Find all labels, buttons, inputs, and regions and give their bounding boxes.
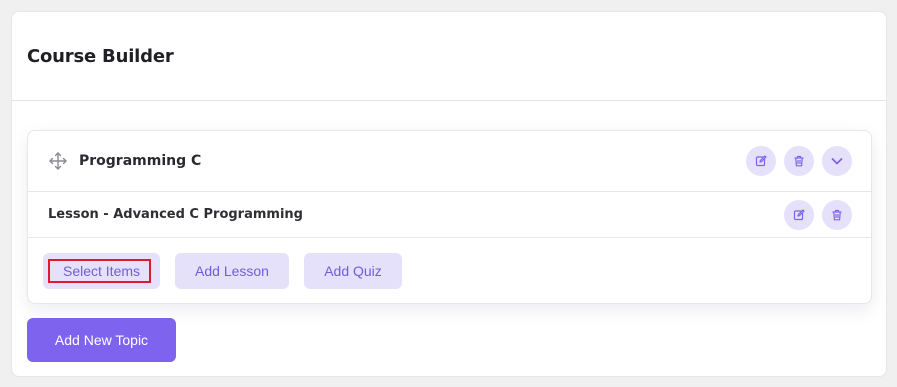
course-builder-card: Course Builder Programming C Lesson - Ad… — [11, 11, 887, 377]
edit-lesson-button[interactable] — [784, 200, 814, 230]
add-new-topic-button[interactable]: Add New Topic — [27, 318, 176, 362]
delete-topic-button[interactable] — [784, 146, 814, 176]
move-icon[interactable] — [47, 150, 69, 172]
trash-icon — [832, 209, 842, 221]
topic-panel: Programming C Lesson - Advanced C Progra… — [27, 130, 872, 304]
card-header: Course Builder — [12, 12, 886, 101]
chevron-down-icon — [831, 158, 843, 165]
select-items-button[interactable]: Select Items — [43, 253, 160, 289]
topic-header[interactable]: Programming C — [28, 131, 871, 192]
lesson-title: Lesson - Advanced C Programming — [48, 207, 303, 222]
topic-button-row: Select Items Add Lesson Add Quiz — [28, 238, 871, 304]
page-title: Course Builder — [27, 45, 174, 67]
topic-actions — [746, 146, 852, 176]
edit-topic-button[interactable] — [746, 146, 776, 176]
add-lesson-button[interactable]: Add Lesson — [175, 253, 289, 289]
topic-name: Programming C — [79, 153, 202, 169]
pencil-icon — [793, 209, 805, 221]
trash-icon — [794, 155, 804, 167]
add-quiz-button[interactable]: Add Quiz — [304, 253, 402, 289]
pencil-icon — [755, 155, 767, 167]
lesson-row[interactable]: Lesson - Advanced C Programming — [28, 192, 871, 238]
lesson-actions — [784, 200, 852, 230]
delete-lesson-button[interactable] — [822, 200, 852, 230]
highlight-box — [48, 259, 151, 283]
expand-topic-button[interactable] — [822, 146, 852, 176]
